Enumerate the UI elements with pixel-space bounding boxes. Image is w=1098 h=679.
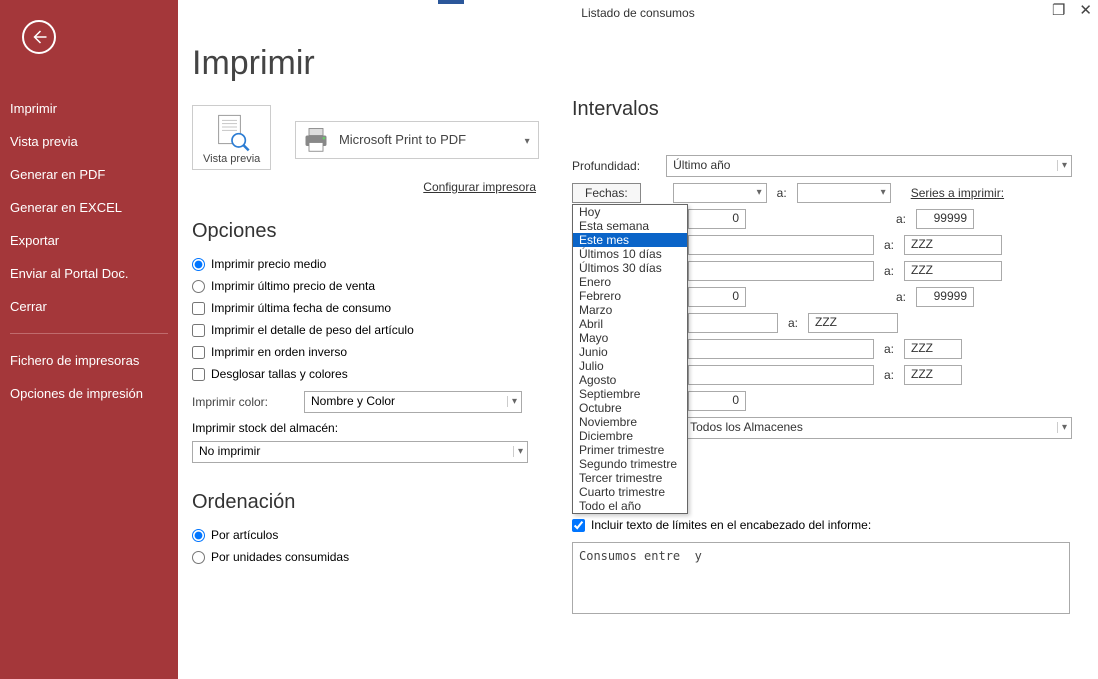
vista-previa-button[interactable]: Vista previa bbox=[192, 105, 271, 170]
radio-precio-medio[interactable] bbox=[192, 258, 205, 271]
txt-from-2[interactable] bbox=[688, 235, 874, 255]
configurar-impresora-link[interactable]: Configurar impresora bbox=[423, 180, 536, 194]
fechas-option[interactable]: Enero bbox=[573, 275, 687, 289]
fechas-option[interactable]: Diciembre bbox=[573, 429, 687, 443]
num-from-1[interactable]: 0 bbox=[688, 209, 746, 229]
imprimir-color-combo[interactable]: Nombre y Color▾ bbox=[304, 391, 522, 413]
txt-to-3[interactable]: ZZZ bbox=[904, 261, 1002, 281]
sidebar-item-fichero-impresoras[interactable]: Fichero de impresoras bbox=[0, 344, 178, 377]
title-bar: Listado de consumos ❐ ✕ bbox=[178, 0, 1098, 26]
page-title: Imprimir bbox=[192, 44, 552, 83]
fechas-option[interactable]: Julio bbox=[573, 359, 687, 373]
fechas-option[interactable]: Hoy bbox=[573, 205, 687, 219]
fechas-option[interactable]: Mayo bbox=[573, 331, 687, 345]
fechas-option[interactable]: Noviembre bbox=[573, 415, 687, 429]
sidebar-item-cerrar[interactable]: Cerrar bbox=[0, 290, 178, 323]
sidebar-item-opciones-impresion[interactable]: Opciones de impresión bbox=[0, 377, 178, 410]
num-to-1[interactable]: 99999 bbox=[916, 209, 974, 229]
sidebar: Imprimir Vista previa Generar en PDF Gen… bbox=[0, 0, 178, 679]
radio-por-unidades[interactable] bbox=[192, 551, 205, 564]
chevron-down-icon: ▾ bbox=[513, 446, 523, 457]
intervalos-heading: Intervalos bbox=[572, 98, 1072, 121]
fecha-desde[interactable]: ▾ bbox=[673, 183, 767, 203]
chevron-down-icon: ▾ bbox=[1057, 422, 1067, 433]
printer-name: Microsoft Print to PDF bbox=[339, 132, 466, 147]
fechas-option[interactable]: Últimos 10 días bbox=[573, 247, 687, 261]
stock-label: Imprimir stock del almacén: bbox=[192, 421, 552, 435]
txt-from-3[interactable] bbox=[688, 261, 874, 281]
ordenacion-heading: Ordenación bbox=[192, 491, 552, 514]
check-fecha-consumo[interactable] bbox=[192, 302, 205, 315]
fecha-hasta[interactable]: ▾ bbox=[797, 183, 891, 203]
fechas-option[interactable]: Esta semana bbox=[573, 219, 687, 233]
chevron-down-icon: ▾ bbox=[881, 187, 886, 198]
fechas-option[interactable]: Agosto bbox=[573, 373, 687, 387]
window-title: Listado de consumos bbox=[581, 6, 694, 20]
fechas-button[interactable]: Fechas: bbox=[572, 183, 641, 203]
chevron-down-icon: ▾ bbox=[507, 396, 517, 407]
sidebar-item-vista-previa[interactable]: Vista previa bbox=[0, 125, 178, 158]
restore-icon[interactable]: ❐ bbox=[1052, 4, 1065, 18]
back-button[interactable] bbox=[22, 20, 56, 54]
txt-to-5[interactable]: ZZZ bbox=[808, 313, 898, 333]
fechas-option[interactable]: Septiembre bbox=[573, 387, 687, 401]
num-to-4[interactable]: 99999 bbox=[916, 287, 974, 307]
page-preview-icon bbox=[212, 112, 252, 152]
almacen-combo[interactable]: Todos los Almacenes▾ bbox=[683, 417, 1072, 439]
vista-previa-label: Vista previa bbox=[203, 153, 260, 165]
imprimir-color-label: Imprimir color: bbox=[192, 395, 296, 409]
sidebar-separator bbox=[10, 333, 168, 334]
sidebar-item-enviar-portal[interactable]: Enviar al Portal Doc. bbox=[0, 257, 178, 290]
txt-to-7[interactable]: ZZZ bbox=[904, 365, 962, 385]
chevron-down-icon: ▾ bbox=[757, 187, 762, 198]
check-orden-inverso[interactable] bbox=[192, 346, 205, 359]
txt-to-2[interactable]: ZZZ bbox=[904, 235, 1002, 255]
fechas-option[interactable]: Este mes bbox=[573, 233, 687, 247]
fechas-option[interactable]: Todo el año bbox=[573, 499, 687, 513]
stock-combo[interactable]: No imprimir▾ bbox=[192, 441, 528, 463]
radio-por-articulos[interactable] bbox=[192, 529, 205, 542]
fechas-option[interactable]: Junio bbox=[573, 345, 687, 359]
fechas-option[interactable]: Segundo trimestre bbox=[573, 457, 687, 471]
back-arrow-icon bbox=[30, 28, 48, 46]
chevron-down-icon: ▾ bbox=[1057, 160, 1067, 171]
txt-from-6[interactable] bbox=[688, 339, 874, 359]
num-from-4[interactable]: 0 bbox=[688, 287, 746, 307]
printer-icon bbox=[302, 125, 330, 153]
sidebar-item-generar-pdf[interactable]: Generar en PDF bbox=[0, 158, 178, 191]
txt-to-6[interactable]: ZZZ bbox=[904, 339, 962, 359]
printer-select[interactable]: Microsoft Print to PDF ▾ bbox=[295, 121, 539, 159]
close-icon[interactable]: ✕ bbox=[1079, 4, 1092, 18]
incluir-limites-label: Incluir texto de límites en el encabezad… bbox=[591, 518, 871, 532]
fechas-option[interactable]: Octubre bbox=[573, 401, 687, 415]
sidebar-item-generar-excel[interactable]: Generar en EXCEL bbox=[0, 191, 178, 224]
txt-from-5[interactable] bbox=[688, 313, 778, 333]
fechas-option[interactable]: Febrero bbox=[573, 289, 687, 303]
profundidad-combo[interactable]: Último año▾ bbox=[666, 155, 1072, 177]
profundidad-label: Profundidad: bbox=[572, 159, 658, 173]
encabezado-textarea[interactable] bbox=[572, 542, 1070, 614]
fechas-option[interactable]: Marzo bbox=[573, 303, 687, 317]
check-incluir-limites[interactable] bbox=[572, 519, 585, 532]
check-peso-articulo[interactable] bbox=[192, 324, 205, 337]
chevron-down-icon: ▾ bbox=[525, 136, 530, 147]
opciones-heading: Opciones bbox=[192, 220, 552, 243]
fechas-option[interactable]: Abril bbox=[573, 317, 687, 331]
fechas-dropdown[interactable]: HoyEsta semanaEste mesÚltimos 10 díasÚlt… bbox=[572, 204, 688, 514]
check-tallas-colores[interactable] bbox=[192, 368, 205, 381]
fechas-option[interactable]: Últimos 30 días bbox=[573, 261, 687, 275]
series-imprimir-link[interactable]: Series a imprimir: bbox=[911, 186, 1004, 200]
radio-ultimo-precio[interactable] bbox=[192, 280, 205, 293]
sidebar-item-imprimir[interactable]: Imprimir bbox=[0, 92, 178, 125]
fechas-option[interactable]: Primer trimestre bbox=[573, 443, 687, 457]
num-from-8[interactable]: 0 bbox=[688, 391, 746, 411]
txt-from-7[interactable] bbox=[688, 365, 874, 385]
fechas-option[interactable]: Cuarto trimestre bbox=[573, 485, 687, 499]
sidebar-item-exportar[interactable]: Exportar bbox=[0, 224, 178, 257]
fechas-option[interactable]: Tercer trimestre bbox=[573, 471, 687, 485]
